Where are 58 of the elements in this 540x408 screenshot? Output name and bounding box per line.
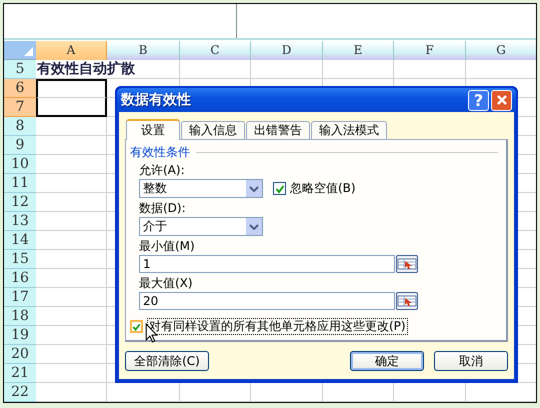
window-title: 数据有效性 [121, 91, 192, 109]
column-header[interactable]: B [107, 41, 180, 60]
field-label: 数据(D): [139, 201, 187, 216]
row-header[interactable]: 21 [4, 364, 36, 383]
allow-dropdown[interactable]: 整数 [139, 179, 263, 198]
spreadsheet-cell[interactable] [36, 98, 107, 117]
collapse-dialog-button[interactable] [396, 292, 418, 310]
row-header[interactable]: 22 [4, 383, 36, 402]
row-header[interactable]: 15 [4, 250, 36, 269]
row-header[interactable]: 19 [4, 326, 36, 345]
dialog-button[interactable]: 取消 [434, 351, 508, 371]
row-header[interactable]: 5 [4, 60, 36, 79]
checkbox[interactable] [130, 320, 143, 333]
column-header[interactable]: E [323, 41, 394, 60]
tab[interactable]: 出错警告 [246, 121, 310, 139]
field-label: 允许(A): [139, 163, 186, 178]
tab[interactable]: 输入法模式 [311, 121, 387, 139]
column-header[interactable]: F [394, 41, 466, 60]
field-label: 最小值(M) [139, 239, 196, 254]
close-button[interactable] [491, 90, 512, 110]
group-label: 有效性条件 [130, 144, 190, 161]
row-header[interactable]: 20 [4, 345, 36, 364]
tab[interactable]: 设置 [126, 119, 180, 140]
cell-text: 有效性自动扩散 [36, 61, 135, 77]
row-header[interactable]: 7 [4, 98, 36, 117]
spreadsheet-cell[interactable] [36, 79, 107, 98]
column-header[interactable]: D [251, 41, 323, 60]
column-header[interactable]: C [180, 41, 251, 60]
checkbox[interactable] [273, 182, 286, 195]
row-header[interactable]: 11 [4, 174, 36, 193]
tab[interactable]: 输入信息 [181, 121, 245, 139]
row-header[interactable]: 9 [4, 136, 36, 155]
close-icon [496, 94, 508, 106]
input-field[interactable]: 20 [139, 292, 395, 310]
spreadsheet-cell[interactable]: 有效性自动扩散 [36, 60, 180, 79]
row-header[interactable]: 16 [4, 269, 36, 288]
triangle-icon [24, 47, 33, 56]
select-all-corner[interactable] [4, 41, 36, 60]
dialog-button[interactable]: 确定 [350, 351, 424, 371]
row-header[interactable]: 13 [4, 212, 36, 231]
checkbox-label: 忽略空值(B) [290, 180, 356, 197]
field-label: 最大值(X) [139, 276, 194, 291]
row-header[interactable]: 8 [4, 117, 36, 136]
row-header[interactable]: 12 [4, 193, 36, 212]
row-header[interactable]: 6 [4, 79, 36, 98]
row-header[interactable]: 17 [4, 288, 36, 307]
range-select-icon [397, 295, 417, 307]
input-field[interactable]: 1 [139, 255, 395, 273]
help-button[interactable]: ? [468, 90, 489, 110]
column-header[interactable]: A [36, 41, 107, 60]
column-header[interactable]: G [466, 41, 536, 60]
row-header[interactable]: 18 [4, 307, 36, 326]
range-select-icon [397, 258, 417, 270]
data-dropdown[interactable]: 介于 [139, 217, 263, 236]
dialog-button[interactable]: 全部清除(C) [125, 351, 209, 371]
row-header[interactable]: 14 [4, 231, 36, 250]
row-header[interactable]: 10 [4, 155, 36, 174]
collapse-dialog-button[interactable] [396, 255, 418, 273]
